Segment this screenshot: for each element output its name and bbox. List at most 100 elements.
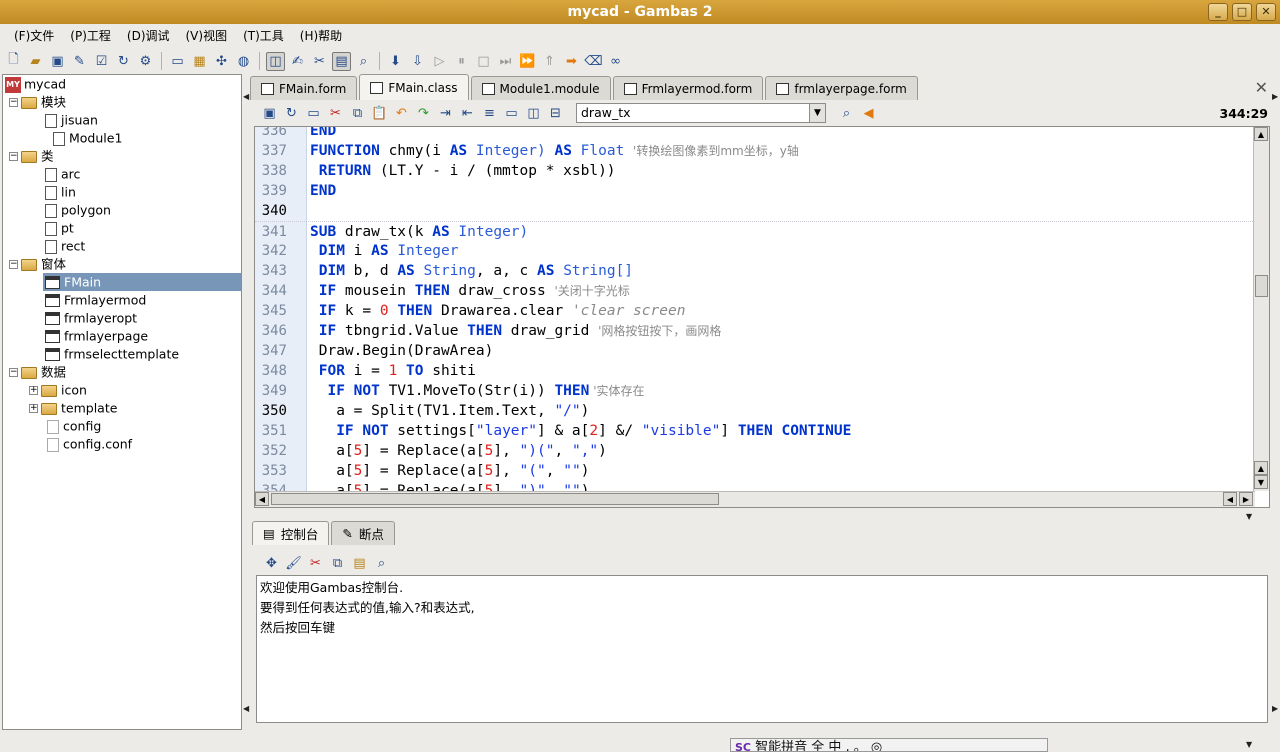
unindent-icon[interactable]: ⇤ xyxy=(458,104,477,123)
copy-icon[interactable]: ⧉ xyxy=(348,104,367,123)
tree-item[interactable]: config xyxy=(47,417,101,435)
tree-item[interactable]: rect xyxy=(45,237,85,255)
paste-icon[interactable]: 📋 xyxy=(370,104,389,123)
tree-item[interactable]: lin xyxy=(45,183,76,201)
window-icon[interactable]: ▭ xyxy=(304,104,323,123)
forward-icon[interactable]: ⏭ xyxy=(496,52,515,71)
search-icon[interactable]: ⌕ xyxy=(837,104,856,123)
tree-item[interactable]: + icon xyxy=(29,381,87,399)
console-output[interactable]: 欢迎使用Gambas控制台. 要得到任何表达式的值,输入?和表达式, 然后按回车… xyxy=(256,575,1268,723)
copy-icon[interactable]: ⧉ xyxy=(328,554,347,573)
save-icon[interactable]: ▣ xyxy=(48,52,67,71)
menu-help[interactable]: (H)帮助 xyxy=(292,27,350,44)
step-icon[interactable]: ⏩ xyxy=(518,52,537,71)
tree-group-classes[interactable]: − 类 xyxy=(9,147,54,165)
edit-icon[interactable]: ✍ xyxy=(288,52,307,71)
expand-icon[interactable]: + xyxy=(29,404,38,413)
stop-icon[interactable]: □ xyxy=(474,52,493,71)
project-view-icon[interactable]: ◫ xyxy=(266,51,285,71)
tab-fmain-form[interactable]: FMain.form xyxy=(250,76,358,100)
new-file-icon[interactable]: 🗋 xyxy=(4,52,23,71)
collapse-icon[interactable]: − xyxy=(9,152,18,161)
step-into-icon[interactable]: ⬇ xyxy=(386,52,405,71)
tree-group-modules[interactable]: − 模块 xyxy=(9,93,66,111)
splitter-down-arrow-icon[interactable]: ▼ xyxy=(1246,512,1252,521)
scroll-right-icon[interactable]: ▶ xyxy=(1239,492,1253,506)
tree-item[interactable]: jisuan xyxy=(45,111,98,129)
tab-console[interactable]: ▤ 控制台 xyxy=(252,521,330,545)
maximize-button[interactable]: □ xyxy=(1232,3,1252,21)
tree-item[interactable]: Frmlayermod xyxy=(45,291,146,309)
collapse-icon[interactable]: − xyxy=(9,98,18,107)
search-icon[interactable]: ⌕ xyxy=(372,554,391,573)
paste-icon[interactable]: ▤ xyxy=(350,554,369,573)
refresh-icon[interactable]: ↻ xyxy=(114,52,133,71)
tools-icon[interactable]: ✂ xyxy=(310,52,329,71)
brush-icon[interactable]: 🖌 xyxy=(284,554,303,573)
tree-item[interactable]: frmlayerpage xyxy=(45,327,148,345)
view-single-icon[interactable]: ▭ xyxy=(502,104,521,123)
run-icon[interactable]: ▷ xyxy=(430,52,449,71)
tree-group-forms[interactable]: − 窗体 xyxy=(9,255,66,273)
scroll-up-icon[interactable]: ▲ xyxy=(1254,127,1268,141)
tree-item-selected[interactable]: FMain xyxy=(43,273,241,291)
cut-icon[interactable]: ✂ xyxy=(306,554,325,573)
checklist-icon[interactable]: ☑ xyxy=(92,52,111,71)
find-icon[interactable]: ⌕ xyxy=(354,52,373,71)
window-icon[interactable]: ▭ xyxy=(168,52,187,71)
code-editor[interactable]: 336 END 337 FUNCTION chmy(i AS Integer) AS… xyxy=(254,126,1270,508)
breakpoint-arrow-icon[interactable]: ➡ xyxy=(562,52,581,71)
return-icon[interactable]: ⇑ xyxy=(540,52,559,71)
tab-frmlayerpage-form[interactable]: frmlayerpage.form xyxy=(765,76,918,100)
editor-horizontal-scrollbar[interactable]: ◀ ◀ ▶ xyxy=(255,491,1255,507)
close-button[interactable]: ✕ xyxy=(1256,3,1276,21)
view-split-icon[interactable]: ◫ xyxy=(524,104,543,123)
tab-module1-module[interactable]: Module1.module xyxy=(470,76,611,100)
tree-item[interactable]: pt xyxy=(45,219,74,237)
scrollbar-thumb[interactable] xyxy=(271,493,719,505)
tree-root[interactable]: MY mycad xyxy=(5,75,66,93)
splitter-right-arrow-icon[interactable]: ▶ xyxy=(1272,704,1278,713)
tree-item[interactable]: frmlayeropt xyxy=(45,309,137,327)
view-horizontal-icon[interactable]: ⊟ xyxy=(546,104,565,123)
collapse-icon[interactable]: − xyxy=(9,368,18,377)
step-over-icon[interactable]: ⇩ xyxy=(408,52,427,71)
move-icon[interactable]: ✥ xyxy=(262,554,281,573)
make-executable-icon[interactable]: ⚙ xyxy=(136,52,155,71)
close-tab-icon[interactable]: ✕ xyxy=(1255,78,1268,97)
minimize-button[interactable]: _ xyxy=(1208,3,1228,21)
tree-item[interactable]: + template xyxy=(29,399,117,417)
splitter-left-arrow-icon[interactable]: ◀ xyxy=(243,92,249,101)
save-icon[interactable]: ▣ xyxy=(260,104,279,123)
chevron-down-icon[interactable]: ▼ xyxy=(809,104,825,122)
menu-file[interactable]: (F)文件 xyxy=(6,27,62,44)
cut-icon[interactable]: ✂ xyxy=(326,104,345,123)
expand-icon[interactable]: + xyxy=(29,386,38,395)
splitter-down-arrow-icon[interactable]: ▼ xyxy=(1246,740,1252,749)
watch-icon[interactable]: ∞ xyxy=(606,52,625,71)
open-folder-icon[interactable]: ▰ xyxy=(26,52,45,71)
pause-icon[interactable]: ⏸ xyxy=(452,52,471,71)
scroll-up-icon[interactable]: ▲ xyxy=(1254,461,1268,475)
scroll-left-icon[interactable]: ◀ xyxy=(255,492,269,506)
console-icon[interactable]: ▤ xyxy=(332,51,351,71)
tree-item[interactable]: frmselecttemplate xyxy=(45,345,179,363)
menu-tools[interactable]: (T)工具 xyxy=(235,27,292,44)
tab-fmain-class[interactable]: FMain.class xyxy=(359,74,469,100)
properties-icon[interactable]: ✎ xyxy=(70,52,89,71)
tree-group-data[interactable]: − 数据 xyxy=(9,363,66,381)
go-back-icon[interactable]: ◀ xyxy=(859,104,878,123)
comment-icon[interactable]: ≡ xyxy=(480,104,499,123)
tree-item[interactable]: config.conf xyxy=(47,435,132,453)
globe-icon[interactable]: ◍ xyxy=(234,52,253,71)
editor-vertical-scrollbar[interactable]: ▲ ▲ ▼ xyxy=(1253,127,1269,491)
tree-item[interactable]: polygon xyxy=(45,201,111,219)
tab-frmlayermod-form[interactable]: Frmlayermod.form xyxy=(612,76,764,100)
package-icon[interactable]: ▦ xyxy=(190,52,209,71)
menu-debug[interactable]: (D)调试 xyxy=(119,27,178,44)
project-tree[interactable]: MY mycad − 模块 jisuan Module1 − 类 arc lin po… xyxy=(2,74,242,730)
undo-icon[interactable]: ↶ xyxy=(392,104,411,123)
tab-breakpoints[interactable]: ✎ 断点 xyxy=(331,521,395,545)
scroll-left-icon[interactable]: ◀ xyxy=(1223,492,1237,506)
tree-item[interactable]: arc xyxy=(45,165,80,183)
